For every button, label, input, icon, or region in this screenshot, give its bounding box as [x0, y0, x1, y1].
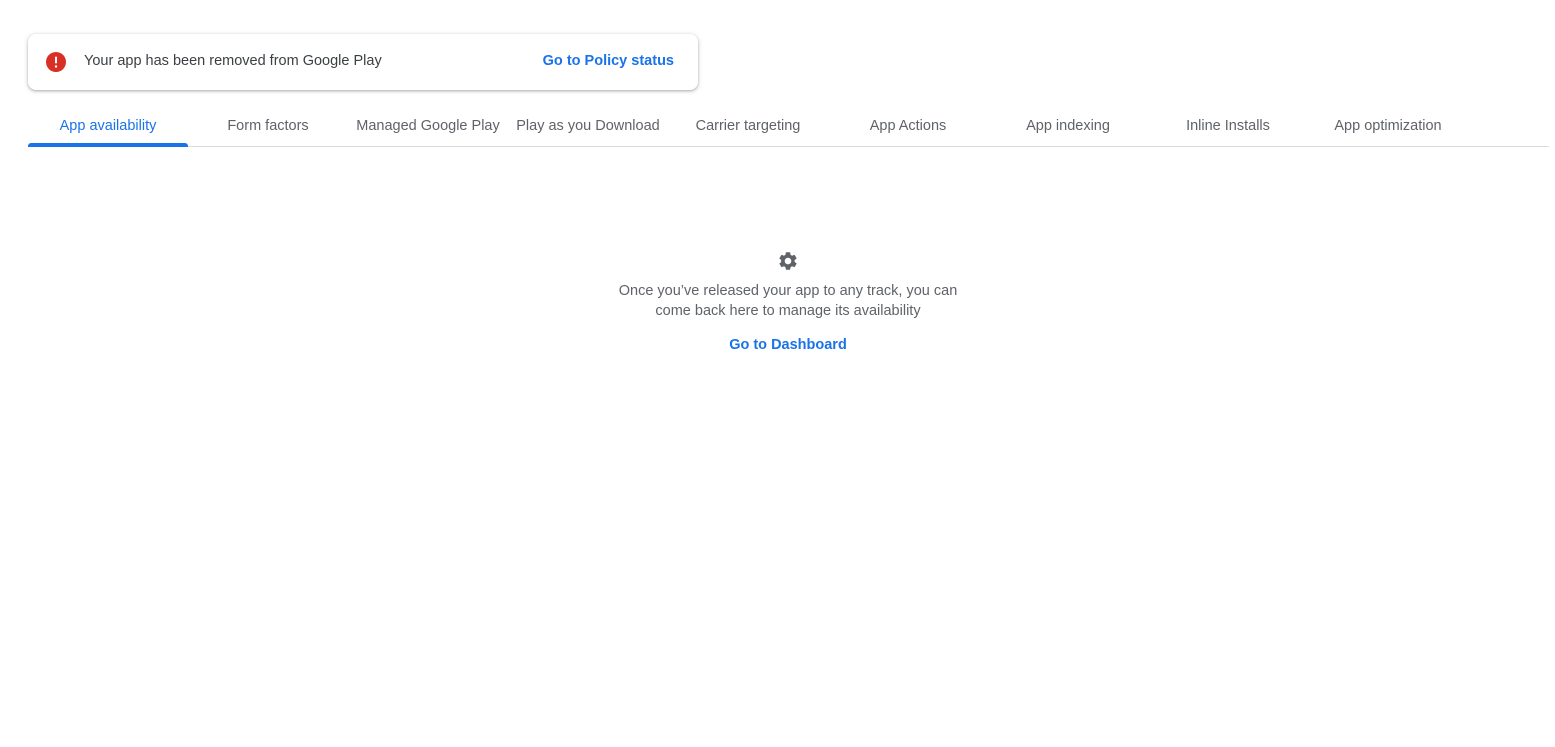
tab-form-factors[interactable]: Form factors	[188, 106, 348, 146]
alert-message: Your app has been removed from Google Pl…	[84, 53, 382, 69]
tab-carrier-targeting[interactable]: Carrier targeting	[668, 106, 828, 146]
tab-managed-google-play[interactable]: Managed Google Play	[348, 106, 508, 146]
go-to-policy-status-link[interactable]: Go to Policy status	[543, 53, 674, 69]
removed-app-alert: Your app has been removed from Google Pl…	[28, 34, 698, 90]
gear-icon	[777, 250, 799, 272]
empty-state-line-1: Once you’ve released your app to any tra…	[618, 283, 958, 299]
tab-play-as-you-download[interactable]: Play as you Download	[508, 106, 668, 146]
empty-state: Once you’ve released your app to any tra…	[578, 250, 998, 354]
empty-state-line-2: come back here to manage its availabilit…	[655, 303, 921, 319]
tab-app-availability[interactable]: App availability	[28, 106, 188, 147]
tab-app-indexing[interactable]: App indexing	[988, 106, 1148, 146]
tab-inline-installs[interactable]: Inline Installs	[1148, 106, 1308, 146]
tab-bar: App availability Form factors Managed Go…	[28, 106, 1549, 147]
tab-app-actions[interactable]: App Actions	[828, 106, 988, 146]
tab-app-optimization[interactable]: App optimization	[1308, 106, 1468, 146]
go-to-dashboard-link[interactable]: Go to Dashboard	[729, 337, 847, 353]
error-icon	[46, 52, 66, 72]
empty-state-message: Once you’ve released your app to any tra…	[578, 281, 998, 321]
